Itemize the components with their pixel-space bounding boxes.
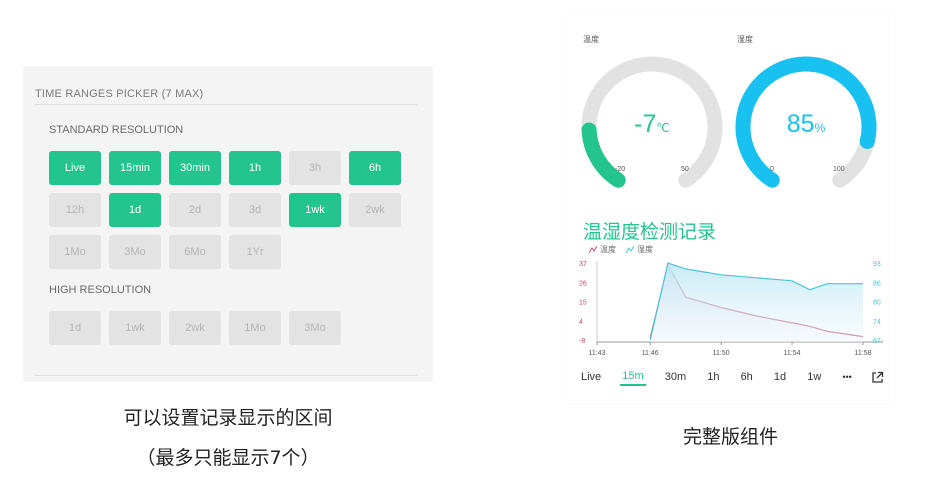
time-range-pill[interactable]: 30min [169,151,221,185]
x-tick-label: 11:58 [855,350,872,357]
humidity-line-icon [626,245,634,253]
gauge-temp-label: 温度 [583,35,599,44]
time-range-pill[interactable]: 1d [49,311,101,345]
gauge-humidity-number: 85 [786,110,815,138]
x-tick-label: 11:46 [642,350,659,357]
time-range-pill[interactable]: 1Mo [229,311,281,345]
time-range-pill[interactable]: 12h [49,193,101,227]
time-range-pill[interactable]: 1h [229,151,281,185]
gauge-humidity-max: 100 [833,166,845,173]
gauge-temp-unit: ℃ [656,121,670,135]
chart-title: 温湿度检测记录 [583,221,717,243]
gauge-temp-value: -7℃ [582,110,722,139]
picker-title: TIME RANGES PICKER (7 MAX) [35,88,204,100]
gauge-temp-min: -20 [615,166,626,173]
standard-resolution-label: STANDARD RESOLUTION [49,124,184,136]
y-left-tick-label: -8 [579,338,585,345]
time-range-pill[interactable]: 15min [109,151,161,185]
right-caption: 完整版组件 [682,426,778,448]
time-filter-1d[interactable]: 1d [772,369,788,385]
y-right-tick-label: 93 [873,261,881,268]
series-area [650,263,863,342]
more-options-button[interactable]: ••• [840,370,853,384]
left-caption-line2: （最多只能显示7个） [136,447,320,469]
y-left-tick-label: 37 [579,261,587,268]
y-left-tick-label: 26 [579,280,587,287]
high-resolution-label: HIGH RESOLUTION [49,284,152,296]
time-range-pill[interactable]: 3Mo [109,235,161,269]
divider [35,104,417,105]
y-right-tick-label: 74 [873,319,881,326]
gauge-humidity-label: 湿度 [737,35,753,44]
time-range-pill[interactable]: 3d [229,193,281,227]
time-filter-bar: Live 15m 30m 1h 6h 1d 1w ••• [579,367,884,387]
time-filter-live[interactable]: Live [579,369,603,385]
time-range-pill[interactable]: 3Mo [289,311,341,345]
y-right-tick-label: 67- [873,338,884,345]
time-range-pill[interactable]: 2wk [169,311,221,345]
time-range-pill[interactable]: 1Mo [49,235,101,269]
time-range-pill[interactable]: 1wk [109,311,161,345]
time-filter-6h[interactable]: 6h [739,369,755,385]
x-tick-label: 11:50 [713,350,730,357]
time-range-pill[interactable]: 1d [109,193,161,227]
y-left-tick-label: 15 [579,300,587,307]
expand-icon[interactable] [871,371,884,384]
time-filter-1w[interactable]: 1w [805,369,823,385]
time-ranges-picker-panel: TIME RANGES PICKER (7 MAX) STANDARD RESO… [23,66,433,382]
gauge-temp-max: 50 [681,166,689,173]
y-right-tick-label: 80 [873,300,881,307]
full-widget-panel: 温度 -7℃ -20 50 湿度 85% 0 100 温湿度检测记录 温度 湿度… [567,14,894,403]
gauge-temp-number: -7 [634,110,657,138]
gauge-humidity-value: 85% [736,110,876,139]
time-range-pill[interactable]: 3h [289,151,341,185]
x-tick-label: 11:54 [784,350,801,357]
time-range-pill[interactable]: 1Yr [229,235,281,269]
time-range-pill[interactable]: Live [49,151,101,185]
time-range-pill[interactable]: 6h [349,151,401,185]
y-right-tick-label: 86 [873,280,881,287]
history-line-chart: 37 26 15 4 -8 93 86 80 74 67- 11:43 11:46 11:50 11:54… [579,261,884,357]
time-range-pill[interactable]: 6Mo [169,235,221,269]
time-filter-15m[interactable]: 15m [620,368,646,386]
time-filter-30m[interactable]: 30m [663,369,688,385]
time-range-pill[interactable]: 1wk [289,193,341,227]
time-range-pill[interactable]: 2wk [349,193,401,227]
gauge-humidity-unit: % [814,121,826,135]
left-caption-line1: 可以设置记录显示的区间 [123,407,333,429]
time-filter-1h[interactable]: 1h [705,369,721,385]
temperature-line-icon [589,245,597,253]
y-left-tick-label: 4 [579,319,583,326]
time-range-pill[interactable]: 2d [169,193,221,227]
x-tick-label: 11:43 [589,350,606,357]
divider [35,375,417,376]
gauge-humidity-min: 0 [770,166,774,173]
